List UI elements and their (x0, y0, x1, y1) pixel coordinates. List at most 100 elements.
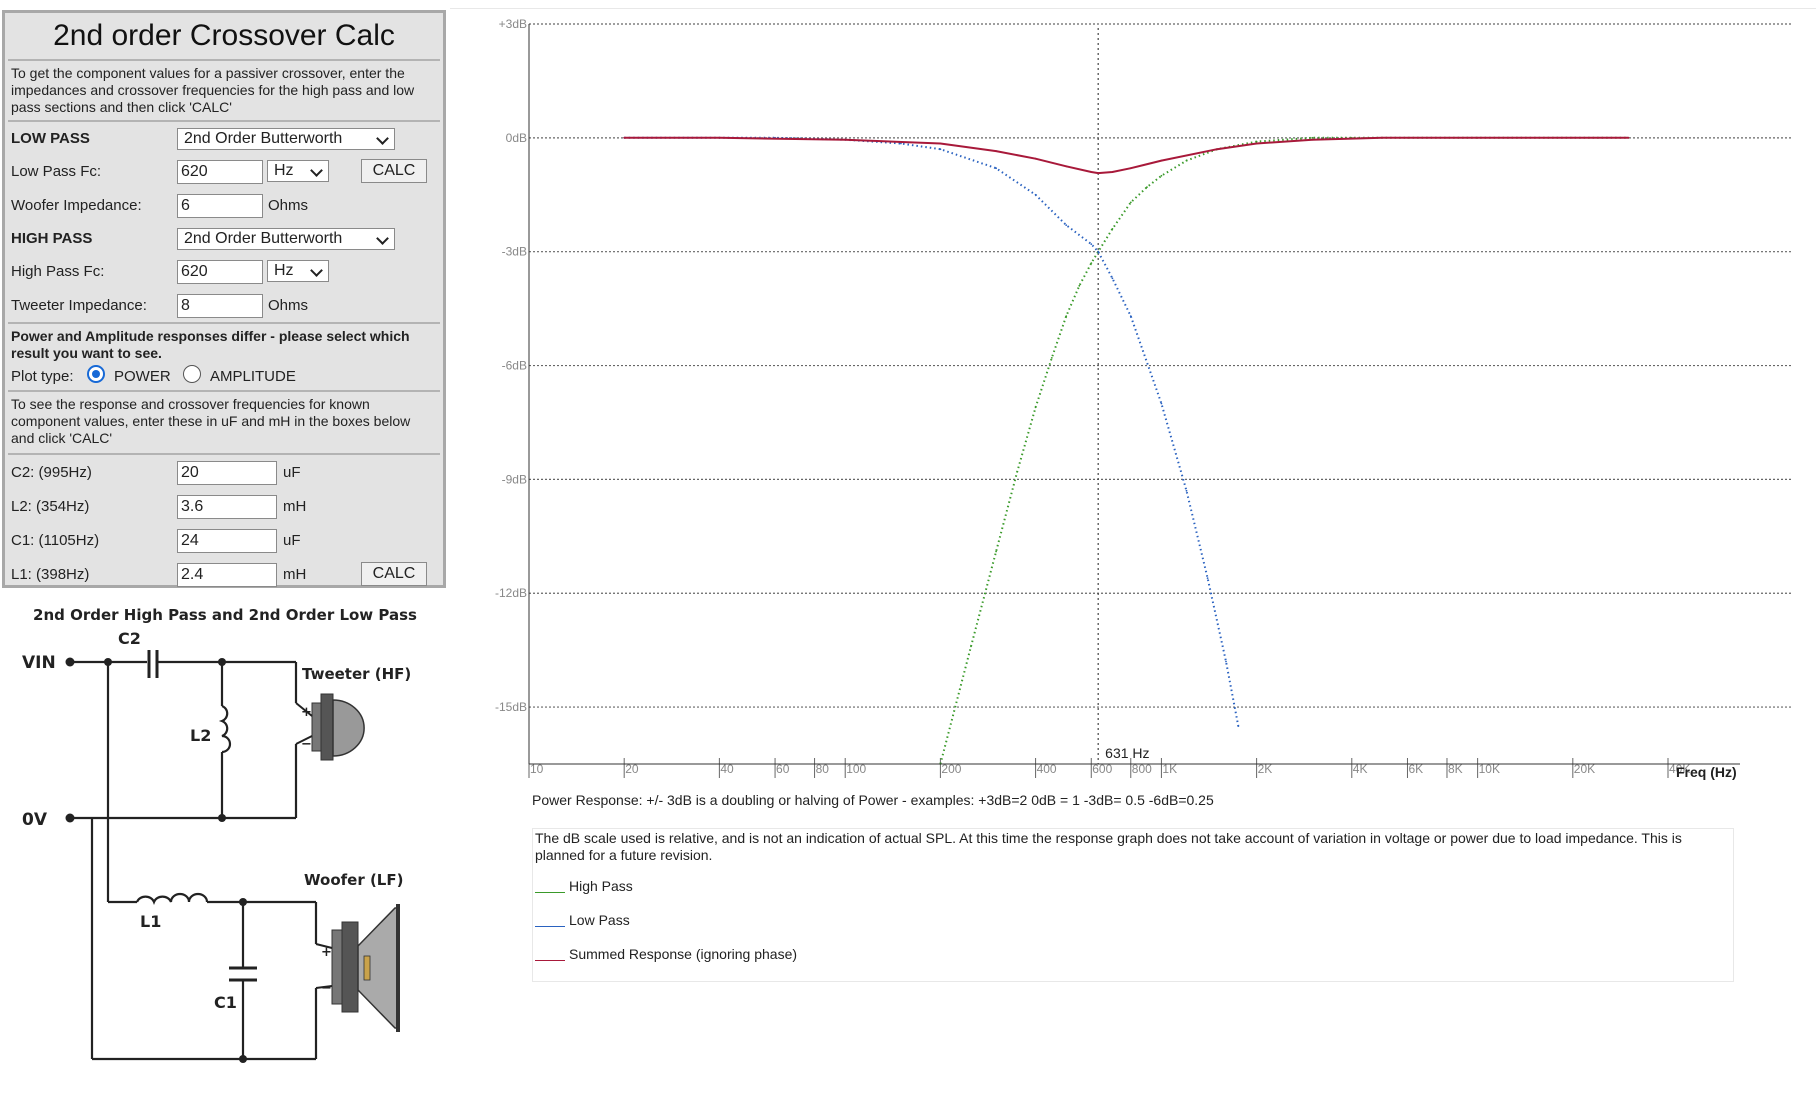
series-point (1090, 243, 1093, 246)
l2-inductor-coil (218, 704, 232, 754)
series-point (1146, 186, 1148, 189)
woofer-impedance-unit: Ohms (268, 197, 309, 214)
l2-unit: mH (283, 498, 307, 515)
c1-row: C1: (1105Hz) 24 uF (5, 523, 443, 557)
series-point (995, 150, 997, 153)
series-point (718, 136, 721, 139)
high-pass-fc-label: High Pass Fc: (11, 263, 105, 280)
junction-dot (218, 658, 226, 666)
frequency-response-chart: +3dB 0dB -3dB -6dB -9dB -12dB -15dB 10 20 40 60 80… (495, 17, 1792, 780)
high-pass-filter-type-select[interactable]: 2nd Order Butterworth (177, 228, 395, 250)
c2-unit: uF (283, 464, 301, 481)
c2-label-diagram: C2 (118, 629, 141, 648)
series-point (1129, 315, 1132, 318)
high-pass-fc-input[interactable]: 620 (177, 260, 263, 284)
high-pass-fc-unit-value: Hz (274, 262, 294, 279)
x-axis-ticks: 10 20 40 60 80 100 200 400 600 800 1K 2K 4K 6K 8K 10K 20… (528, 758, 1690, 778)
low-pass-heading: LOW PASS (11, 130, 90, 147)
woofer-impedance-label: Woofer Impedance: (11, 197, 142, 214)
vin-label: VIN (22, 653, 56, 673)
crossover-marker-label: 631 Hz (1105, 745, 1149, 761)
known-values-note: To see the response and crossover freque… (11, 396, 411, 446)
crossover-circuit-diagram: 2nd Order High Pass and 2nd Order Low Pa… (22, 606, 417, 1063)
series-point (1034, 193, 1037, 196)
series-point (995, 167, 997, 170)
tweeter-impedance-unit: Ohms (268, 297, 309, 314)
c2-input[interactable]: 20 (177, 461, 277, 485)
tweeter-impedance-row: Tweeter Impedance: 8 Ohms (5, 288, 443, 322)
l2-row: L2: (354Hz) 3.6 mH (5, 489, 443, 523)
c1-input[interactable]: 24 (177, 529, 277, 553)
woofer-impedance-input[interactable]: 6 (177, 194, 263, 218)
series-point (1255, 142, 1258, 145)
chart-legend: The dB scale used is relative, and is no… (532, 828, 1734, 982)
calc-button[interactable]: CALC (361, 159, 427, 183)
disclaimer-text: The dB scale used is relative, and is no… (535, 830, 1682, 863)
series-point (1206, 577, 1209, 579)
y-tick-label: -9dB (502, 472, 527, 486)
series-point (1097, 250, 1100, 253)
series-point (1129, 201, 1132, 204)
l2-label: L2: (354Hz) (11, 498, 90, 515)
low-pass-fc-unit-select[interactable]: Hz (267, 160, 329, 182)
low-pass-fc-unit-value: Hz (274, 162, 294, 179)
series-point (1111, 277, 1114, 280)
series-point (1160, 174, 1163, 177)
legend-label: Low Pass (569, 912, 630, 928)
chevron-down-icon (310, 164, 323, 177)
high-pass-heading: HIGH PASS (11, 230, 93, 247)
y-tick-label: 0dB (506, 131, 527, 145)
plot-type-power-radio[interactable] (87, 365, 105, 383)
vin-terminal-dot (65, 657, 75, 667)
legend-swatch (535, 892, 565, 893)
calc-components-button[interactable]: CALC (361, 562, 427, 586)
series-line-3 (624, 136, 1629, 175)
c1-label-diagram: C1 (214, 993, 237, 1012)
response-note: Power and Amplitude responses differ - p… (11, 328, 410, 361)
circuit-title: 2nd Order High Pass and 2nd Order Low Pa… (33, 606, 417, 624)
plot-type-label: Plot type: (11, 368, 74, 385)
circuit-wires (70, 660, 318, 1061)
series-point (1111, 171, 1114, 173)
low-pass-fc-input[interactable]: 620 (177, 160, 263, 184)
junction-dot (218, 814, 226, 822)
low-pass-filter-type-select[interactable]: 2nd Order Butterworth (177, 128, 395, 150)
woofer-minus-label: − (321, 981, 332, 996)
series-point (1050, 357, 1053, 359)
l1-row: L1: (398Hz) 2.4 mH CALC (5, 557, 443, 591)
l1-inductor-coil (135, 892, 209, 906)
legend-swatch (535, 960, 565, 961)
l2-input[interactable]: 3.6 (177, 495, 277, 519)
woofer-speaker-icon (315, 904, 400, 1032)
junction-dot (239, 1055, 247, 1063)
series-point (1016, 470, 1019, 473)
high-pass-fc-unit-select[interactable]: Hz (267, 260, 329, 282)
l1-input[interactable]: 2.4 (177, 563, 277, 587)
series-point (1065, 315, 1068, 318)
high-pass-type-row: HIGH PASS 2nd Order Butterworth (5, 222, 443, 254)
y-tick-label: -6dB (502, 359, 527, 373)
series-point (1090, 171, 1093, 173)
low-pass-type-row: LOW PASS 2nd Order Butterworth (5, 122, 443, 154)
legend-label: High Pass (569, 878, 633, 894)
junction-dot (104, 658, 112, 666)
woofer-label: Woofer (LF) (304, 871, 403, 889)
l1-label-diagram: L1 (140, 912, 161, 931)
tweeter-impedance-input[interactable]: 8 (177, 294, 263, 318)
series-point (1225, 660, 1227, 663)
series-point (1034, 406, 1037, 409)
chevron-down-icon (376, 132, 389, 145)
y-tick-label: +3dB (499, 17, 527, 31)
low-pass-filter-type-value: 2nd Order Butterworth (184, 130, 343, 147)
tweeter-minus-label: − (301, 737, 312, 752)
series-point (1160, 402, 1163, 405)
ov-terminal-dot (65, 813, 75, 823)
plot-type-amplitude-radio[interactable] (183, 365, 201, 383)
legend-label: Summed Response (ignoring phase) (569, 946, 798, 962)
tweeter-impedance-label: Tweeter Impedance: (11, 297, 147, 314)
series-point (1065, 224, 1068, 227)
junction-dot (239, 898, 247, 906)
series-point (623, 136, 626, 139)
series-point (1078, 284, 1081, 287)
woofer-plus-label: + (321, 945, 332, 960)
